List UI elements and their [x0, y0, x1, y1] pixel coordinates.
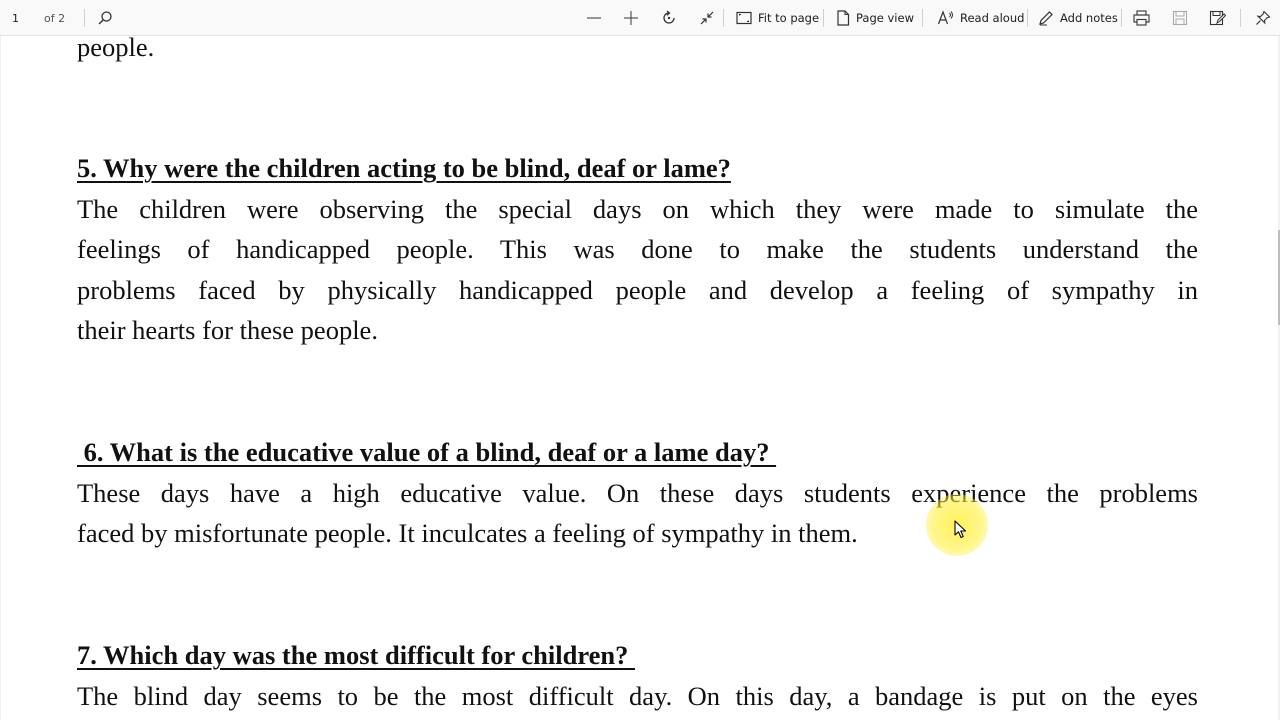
question-6-answer-line: These days have a high educative value. …	[77, 478, 1198, 508]
question-5-answer-line: The children were observing the special …	[77, 194, 1198, 224]
collapse-arrows-icon	[700, 11, 714, 25]
question-6-title: 6. What is the educative value of a blin…	[77, 437, 777, 467]
rotate-button[interactable]	[661, 0, 677, 36]
fit-to-page-label: Fit to page	[758, 11, 820, 25]
minus-icon	[587, 17, 601, 19]
save-icon	[1172, 10, 1188, 26]
print-button[interactable]	[1133, 0, 1150, 36]
save-as-button[interactable]	[1209, 0, 1226, 36]
toolbar-divider	[1240, 9, 1241, 27]
question-6-heading: 6. What is the educative value of a blin…	[77, 432, 1198, 472]
toolbar-divider	[84, 9, 85, 27]
document-viewport[interactable]: people. 5. Why were the children acting …	[0, 36, 1279, 720]
search-icon	[98, 11, 112, 25]
question-5-answer-line: feelings of handicapped people. This was…	[77, 234, 1198, 264]
zoom-out-button[interactable]	[586, 0, 602, 36]
add-notes-label: Add notes	[1060, 11, 1118, 25]
pdf-toolbar: 1 of 2 Fit to page Page view Read aloud …	[0, 0, 1280, 36]
page-view-label: Page view	[856, 11, 914, 25]
toolbar-divider	[1027, 9, 1028, 27]
page-number-input[interactable]: 1	[0, 0, 36, 36]
save-as-icon	[1209, 10, 1226, 26]
pin-icon	[1256, 10, 1271, 25]
read-aloud-label: Read aloud	[960, 11, 1025, 25]
fit-page-icon	[736, 11, 752, 25]
paragraph-fragment: people.	[77, 36, 155, 62]
question-7-answer-line: The blind day seems to be the most diffi…	[77, 681, 1198, 711]
print-icon	[1133, 10, 1150, 26]
pin-toolbar-button[interactable]	[1255, 0, 1271, 36]
mouse-pointer-icon	[954, 520, 967, 544]
question-5-answer-line: their hearts for these people.	[77, 315, 378, 345]
page-icon	[837, 10, 850, 26]
plus-icon	[624, 11, 638, 25]
question-6-answer-line: faced by misfortunate people. It inculca…	[77, 518, 858, 548]
zoom-in-button[interactable]	[623, 0, 639, 36]
fit-to-page-button[interactable]: Fit to page	[736, 0, 819, 36]
page-count-label: of 2	[44, 11, 66, 25]
page-view-button[interactable]: Page view	[836, 0, 914, 36]
pen-icon	[1039, 11, 1053, 26]
read-aloud-icon	[937, 10, 953, 25]
toolbar-divider	[1121, 9, 1122, 27]
question-5-title: 5. Why were the children acting to be bl…	[77, 153, 731, 183]
toolbar-divider	[723, 9, 724, 27]
save-button[interactable]	[1172, 0, 1188, 36]
toolbar-divider	[823, 9, 824, 27]
question-5-answer-line: problems faced by physically handicapped…	[77, 275, 1198, 305]
toolbar-divider	[922, 9, 923, 27]
add-notes-button[interactable]: Add notes	[1038, 0, 1118, 36]
question-7-title: 7. Which day was the most difficult for …	[77, 640, 636, 670]
question-7-heading: 7. Which day was the most difficult for …	[77, 635, 1198, 675]
question-5-heading: 5. Why were the children acting to be bl…	[77, 148, 1198, 188]
rotate-icon	[663, 10, 675, 24]
fit-width-button[interactable]	[699, 0, 715, 36]
read-aloud-button[interactable]: Read aloud	[937, 0, 1024, 36]
search-button[interactable]	[97, 0, 113, 36]
